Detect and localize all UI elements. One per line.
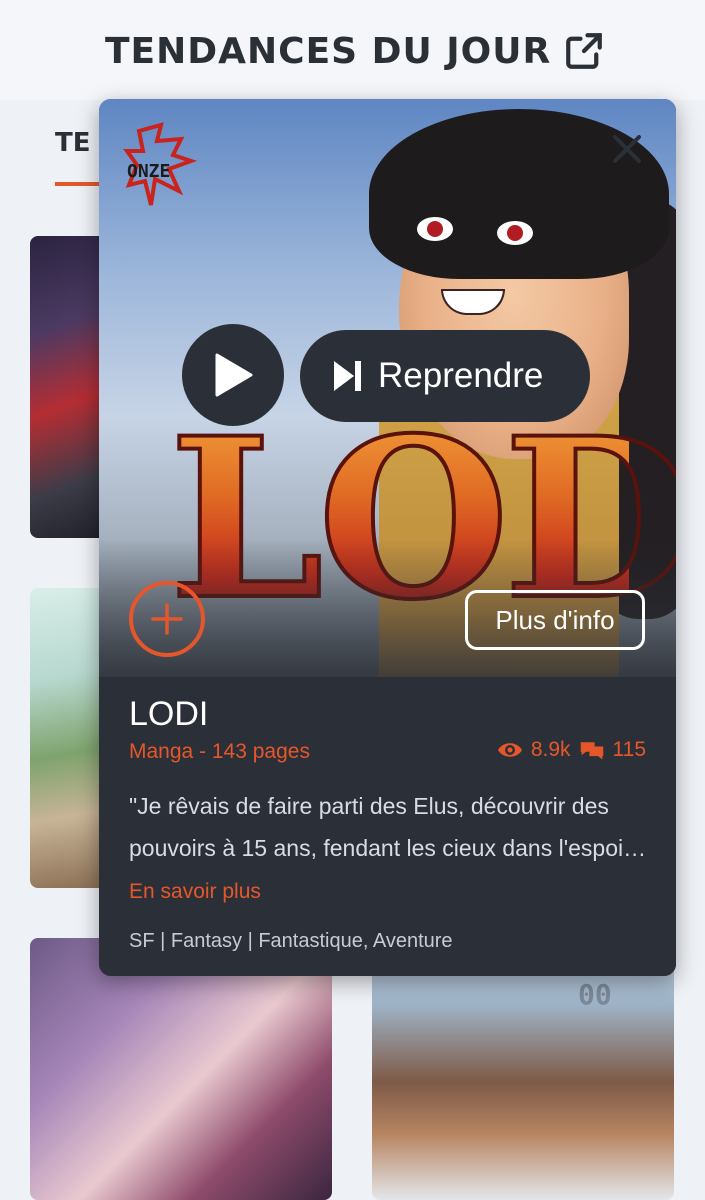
resume-button[interactable]: Reprendre	[300, 330, 590, 422]
play-icon	[215, 353, 253, 397]
skip-next-icon	[334, 361, 361, 391]
read-more-link[interactable]: En savoir plus	[129, 880, 261, 903]
comic-card[interactable]	[30, 938, 332, 1200]
comic-genres: SF | Fantasy | Fantastique, Aventure	[129, 930, 453, 952]
comments-count: 115	[612, 738, 646, 761]
more-info-button[interactable]: Plus d'info	[465, 590, 645, 650]
publisher-logo: ONZE	[123, 122, 198, 206]
comic-card[interactable]	[30, 588, 110, 888]
play-button[interactable]	[182, 324, 284, 426]
comic-stats: 8.9k 115	[497, 738, 646, 762]
comic-description: "Je rêvais de faire parti des Elus, déco…	[129, 785, 649, 913]
card-cover-number: 00	[578, 978, 612, 1011]
section-title-text: TENDANCES DU JOUR	[105, 30, 552, 72]
views-count: 8.9k	[530, 738, 571, 761]
resume-button-label: Reprendre	[378, 356, 544, 395]
comments-icon	[580, 742, 603, 760]
description-text: "Je rêvais de faire parti des Elus, déco…	[129, 793, 647, 861]
external-link-icon[interactable]	[563, 30, 605, 72]
plus-icon	[151, 603, 183, 635]
publisher-logo-text: ONZE	[127, 161, 170, 182]
comic-card[interactable]	[372, 938, 674, 1200]
section-title[interactable]: TENDANCES DU JOUR	[105, 30, 605, 72]
cover-art-eye	[497, 221, 533, 245]
page-header: TENDANCES DU JOUR	[0, 0, 705, 100]
add-to-library-button[interactable]	[129, 581, 205, 657]
comic-title: LODI	[129, 695, 209, 733]
eye-icon	[497, 743, 522, 757]
comic-cover: LODI LODI ONZE Reprendre Pl	[99, 99, 676, 677]
cover-art-eye	[417, 217, 453, 241]
comic-type-pages: Manga - 143 pages	[129, 740, 310, 763]
comic-card[interactable]	[30, 236, 110, 538]
close-button[interactable]	[607, 129, 647, 169]
